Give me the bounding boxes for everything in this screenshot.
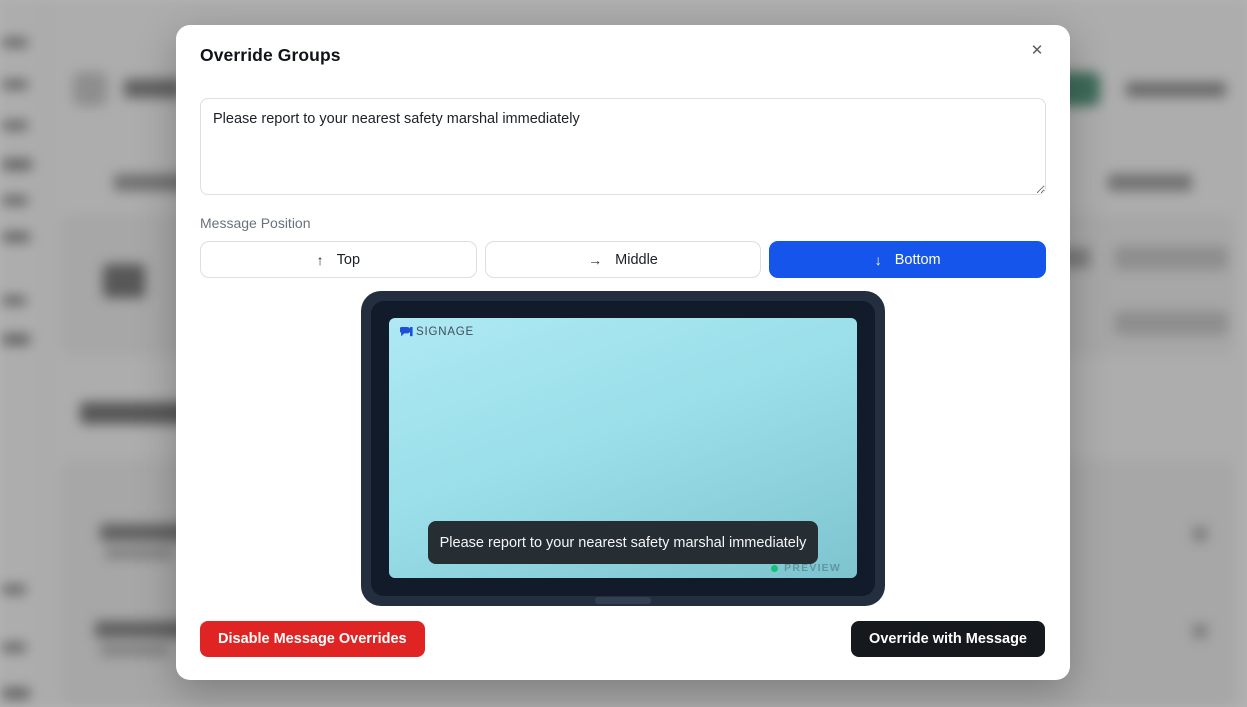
position-option-bottom[interactable]: ↓ Bottom (769, 241, 1046, 278)
override-message-input[interactable]: Please report to your nearest safety mar… (200, 98, 1046, 195)
message-position-group: ↑ Top → Middle ↓ Bottom (200, 241, 1046, 278)
tv-stand (595, 597, 651, 604)
preview-message-bar: Please report to your nearest safety mar… (428, 521, 818, 564)
message-position-label: Message Position (200, 215, 311, 231)
override-with-message-button[interactable]: Override with Message (851, 621, 1045, 657)
position-option-label: Top (337, 252, 360, 268)
tv-screen: SIGNAGE Please report to your nearest sa… (389, 318, 857, 578)
close-icon[interactable]: ✕ (1024, 37, 1050, 63)
position-option-top[interactable]: ↑ Top (200, 241, 477, 278)
preview-badge: PREVIEW (771, 562, 841, 574)
logo-text: SIGNAGE (416, 326, 474, 338)
position-option-middle[interactable]: → Middle (485, 241, 762, 278)
modal-title: Override Groups (200, 45, 341, 66)
live-dot-icon (771, 565, 778, 572)
preview-badge-label: PREVIEW (784, 562, 841, 574)
pisignage-logo: SIGNAGE (400, 326, 474, 338)
position-option-label: Bottom (895, 252, 941, 268)
tv-preview: SIGNAGE Please report to your nearest sa… (361, 291, 885, 606)
position-option-label: Middle (615, 252, 658, 268)
disable-message-overrides-button[interactable]: Disable Message Overrides (200, 621, 425, 657)
arrow-right-icon: → (588, 252, 602, 268)
preview-message-text: Please report to your nearest safety mar… (440, 535, 807, 551)
arrow-down-icon: ↓ (875, 252, 882, 268)
override-groups-modal: Override Groups ✕ Please report to your … (176, 25, 1070, 680)
pisignage-logo-icon (400, 327, 415, 338)
arrow-up-icon: ↑ (317, 252, 324, 268)
